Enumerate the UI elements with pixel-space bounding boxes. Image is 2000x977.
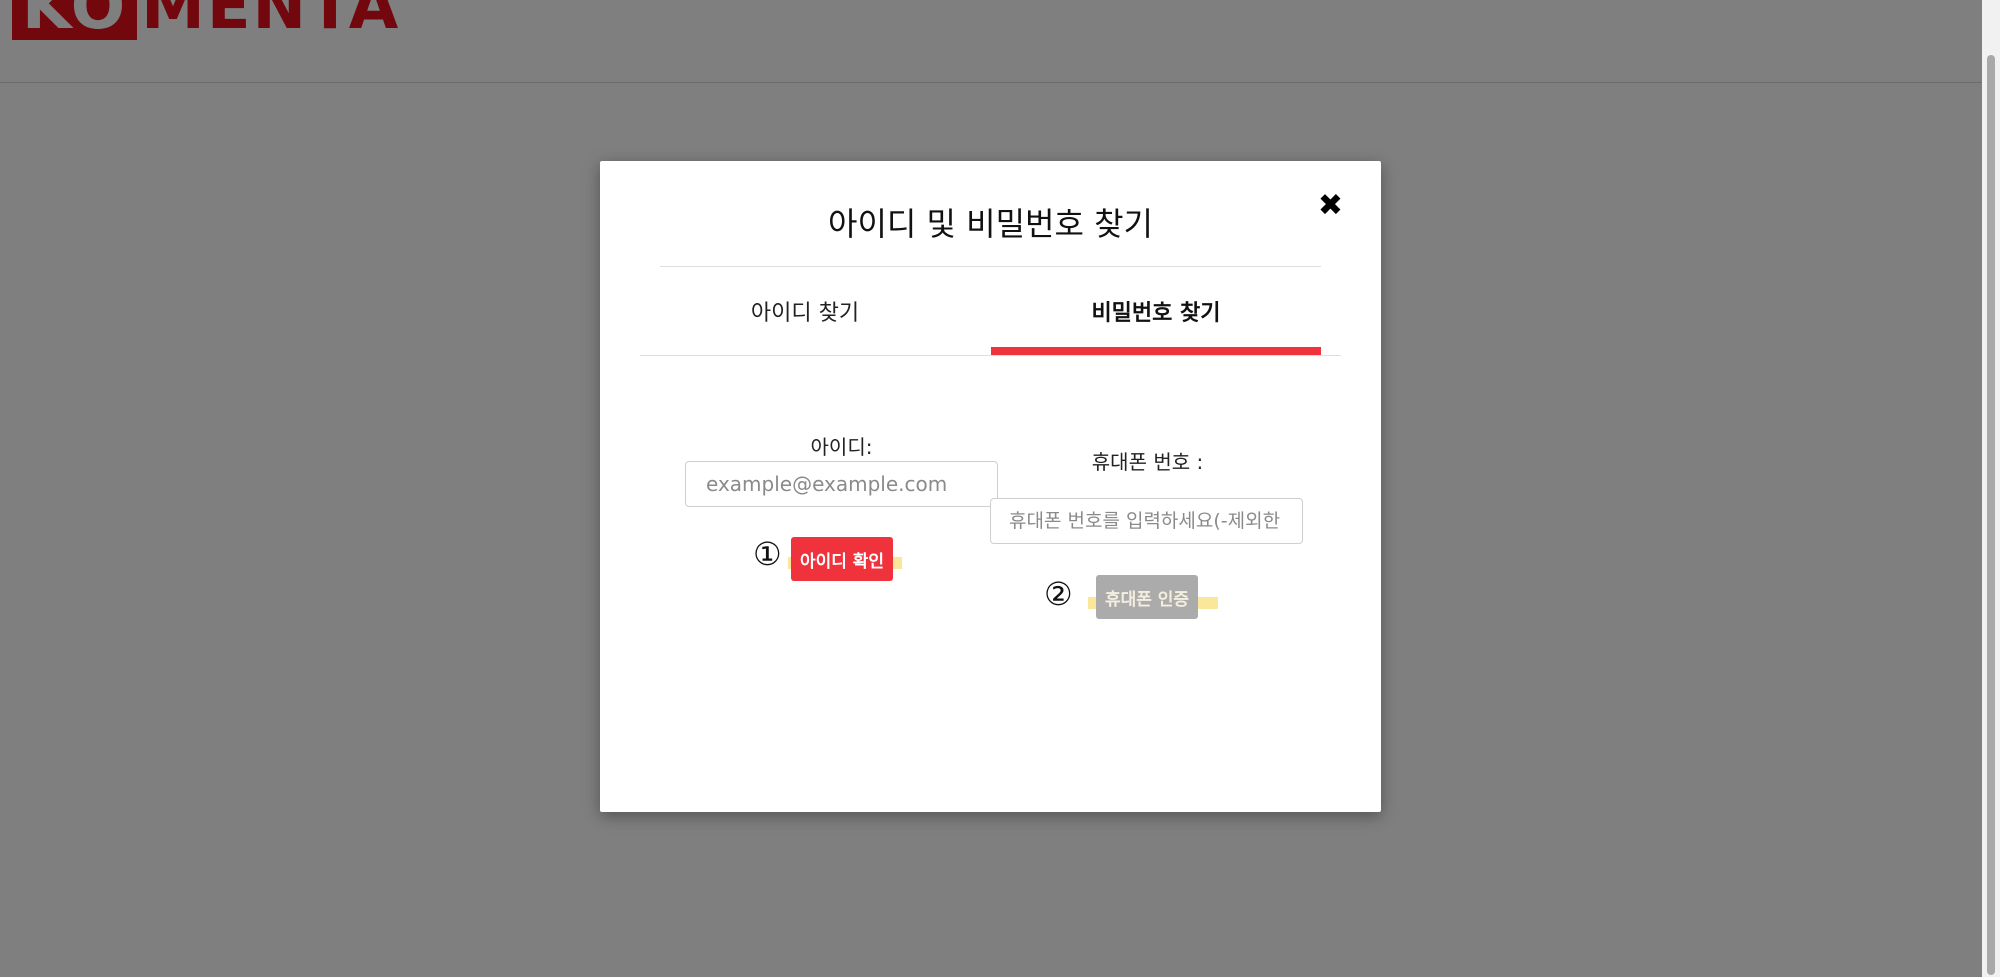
scrollbar-thumb[interactable] (1987, 55, 1995, 975)
phone-auth-button[interactable]: 휴대폰 인증 (1096, 575, 1198, 619)
tab-find-password[interactable]: 비밀번호 찾기 (991, 269, 1321, 353)
phone-input[interactable] (990, 498, 1303, 544)
active-tab-indicator (991, 347, 1321, 355)
check-id-button[interactable]: 아이디 확인 (791, 537, 893, 581)
close-icon[interactable]: ✖ (1318, 191, 1343, 221)
id-input[interactable] (685, 461, 998, 507)
step2-marker: ② (1044, 575, 1073, 613)
tabs-divider (640, 355, 1341, 356)
tab-find-id[interactable]: 아이디 찾기 (640, 269, 970, 353)
phone-label: 휴대폰 번호 : (1091, 450, 1204, 474)
find-account-modal: 아이디 및 비밀번호 찾기 ✖ 아이디 찾기 비밀번호 찾기 아이디: 휴대폰 … (600, 161, 1381, 812)
step1-marker: ① (753, 535, 782, 573)
modal-title: 아이디 및 비밀번호 찾기 (828, 205, 1153, 243)
id-label: 아이디: (810, 435, 873, 459)
page-scrollbar[interactable] (1982, 0, 2000, 977)
title-divider (660, 266, 1321, 267)
